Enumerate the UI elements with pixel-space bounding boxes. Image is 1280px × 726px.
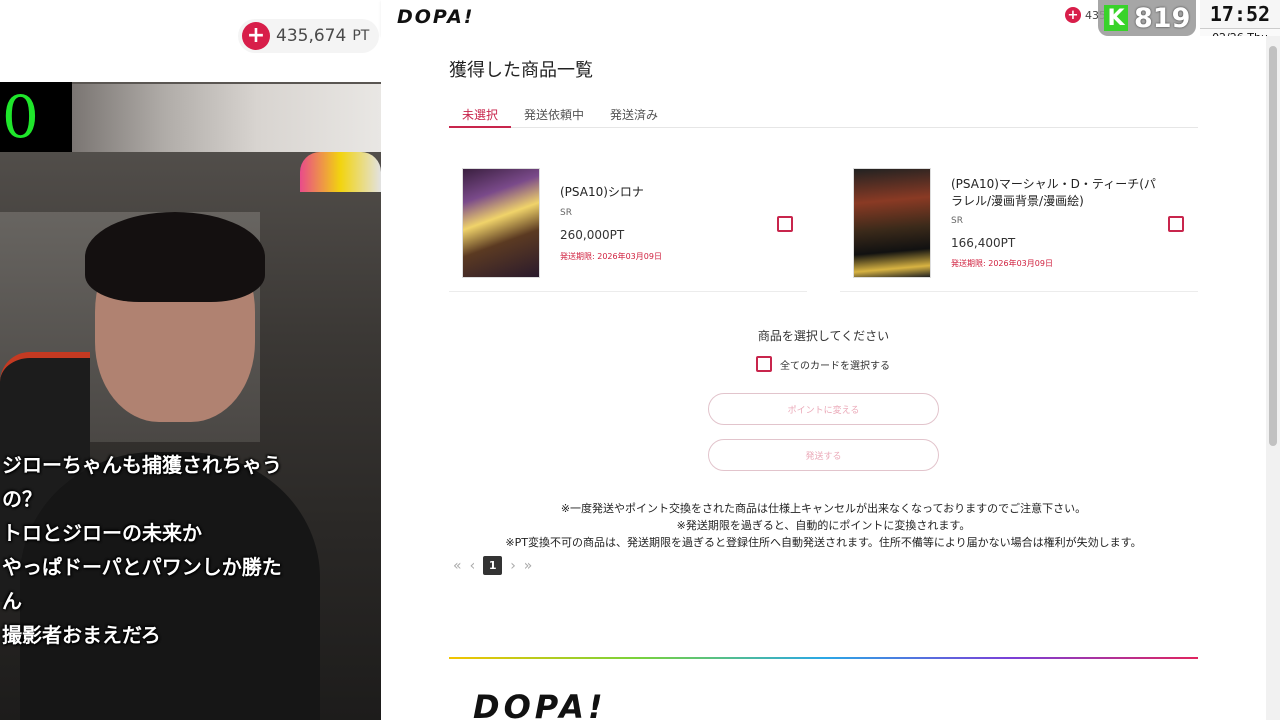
last-page-button[interactable]: »: [524, 558, 533, 574]
card-price: 166,400PT: [951, 236, 1016, 250]
tab-shipped[interactable]: 発送済み: [597, 102, 671, 128]
clock-time: 17:52: [1209, 2, 1271, 26]
card-deadline: 発送期限: 2026年03月09日: [951, 259, 1053, 268]
ship-button[interactable]: 発送する: [708, 439, 939, 471]
notes: ※一度発送やポイント交換をされた商品は仕様上キャンセルが出来なくなっておりますの…: [381, 500, 1266, 551]
chat-faint-line: [0, 432, 381, 448]
tab-shipping-requested[interactable]: 発送依頼中: [511, 102, 597, 128]
status-tabs: 未選択 発送依頼中 発送済み: [449, 102, 1198, 128]
next-page-button[interactable]: ›: [510, 558, 516, 574]
overlay-points-value: 435,674: [276, 26, 347, 46]
scrollbar-thumb[interactable]: [1269, 46, 1277, 446]
product-card: (PSA10)シロナ SR 260,000PT 発送期限: 2026年03月09…: [449, 166, 807, 292]
webcam-person-hair: [85, 212, 265, 302]
overlay-points-badge: + 435,674 PT: [238, 19, 380, 53]
note-line: ※発送期限を過ぎると、自動的にポイントに変換されます。: [676, 519, 971, 532]
card-rarity: SR: [951, 216, 963, 226]
note-line: ※一度発送やポイント交換をされた商品は仕様上キャンセルが出来なくなっておりますの…: [560, 502, 1087, 515]
overlay-counter: 0: [0, 82, 72, 152]
page-title: 獲得した商品一覧: [449, 60, 593, 81]
k-icon: K: [1104, 5, 1128, 31]
overlay-top-bar: + 435,674 PT: [0, 0, 381, 82]
overlay-points-unit: PT: [352, 28, 370, 44]
chat-line: 撮影者おまえだろ: [2, 623, 161, 647]
chat-line: やっぱドーパとパワンしか勝た: [2, 555, 282, 579]
chat-line: ん: [2, 589, 22, 613]
first-page-button[interactable]: «: [453, 558, 462, 574]
card-checkbox[interactable]: [777, 216, 793, 232]
webcam-fur-strip: [72, 84, 381, 152]
chat-line: の？: [2, 487, 42, 511]
card-name: (PSA10)マーシャル・D・ティーチ(パラレル/漫画背景/漫画絵): [951, 177, 1156, 208]
webcam-balloons: [300, 152, 381, 192]
prev-page-button[interactable]: ‹: [470, 558, 476, 574]
select-prompt: 商品を選択してください: [757, 329, 890, 343]
select-all-control[interactable]: 全てのカードを選択する: [756, 356, 890, 372]
chat-line: トロとジローの未来か: [2, 521, 202, 545]
convert-to-points-button[interactable]: ポイントに変える: [708, 393, 939, 425]
card-rarity: SR: [560, 208, 572, 218]
select-all-label[interactable]: 全てのカードを選択する: [780, 357, 890, 372]
card-name: (PSA10)シロナ: [560, 185, 644, 199]
chat-line: ジローちゃんも捕獲されちゃう: [2, 453, 282, 477]
dopa-logo[interactable]: DOPA!: [397, 6, 474, 28]
card-price: 260,000PT: [560, 228, 625, 242]
card-image[interactable]: [462, 168, 540, 278]
page-scrollbar[interactable]: [1266, 36, 1280, 720]
main-content: 獲得した商品一覧 未選択 発送依頼中 発送済み (PSA10)シロナ SR 26…: [381, 36, 1266, 726]
chat-overlay: ジローちゃんも捕獲されちゃう の？ トロとジローの未来か やっぱドーパとパワンし…: [0, 432, 381, 652]
current-page[interactable]: 1: [483, 556, 503, 575]
card-image[interactable]: [853, 168, 931, 278]
pagination: « ‹ 1 › »: [453, 556, 532, 575]
card-deadline: 発送期限: 2026年03月09日: [560, 252, 662, 261]
footer-logo[interactable]: DOPA!: [473, 688, 607, 726]
k-count: 819: [1134, 2, 1191, 34]
plus-icon[interactable]: +: [1065, 7, 1081, 23]
plus-icon: +: [242, 22, 270, 50]
tab-unselected[interactable]: 未選択: [449, 102, 512, 128]
card-checkbox[interactable]: [1168, 216, 1184, 232]
product-card: (PSA10)マーシャル・D・ティーチ(パラレル/漫画背景/漫画絵) SR 16…: [840, 166, 1198, 292]
footer-divider: [449, 657, 1198, 659]
note-line: ※PT変換不可の商品は、発送期限を過ぎると登録住所へ自動発送されます。住所不備等…: [505, 536, 1142, 549]
k-counter-widget: K 819: [1098, 0, 1196, 36]
select-all-checkbox[interactable]: [756, 356, 772, 372]
